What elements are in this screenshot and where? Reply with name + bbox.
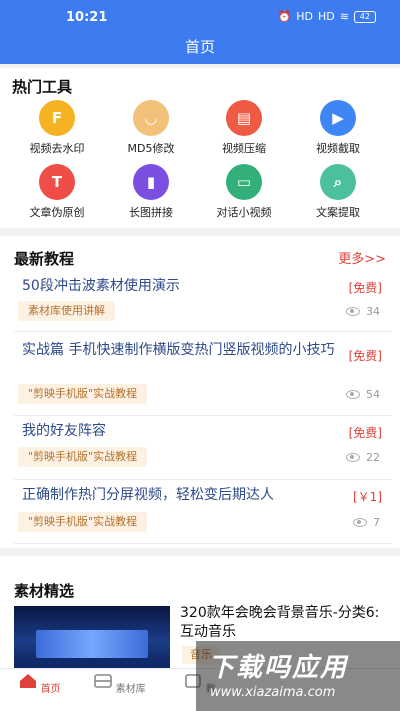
status-time: 10:21 xyxy=(66,10,108,25)
battery-icon: 42 xyxy=(354,11,376,23)
materials-title: 素材精选 xyxy=(14,582,75,600)
compress-icon: ▤ xyxy=(226,100,262,136)
material-title[interactable]: 320款年会晚会背景音乐-分类6: 互动音乐 xyxy=(180,604,390,642)
tool-label: 长图拼接 xyxy=(129,206,173,219)
tool-text-extract[interactable]: ⌕ 文案提取 xyxy=(293,164,383,224)
video-cut-icon: ▶ xyxy=(320,100,356,136)
tab-home[interactable]: 首页 xyxy=(10,673,70,695)
latest-tutorials-section: 最新教程 更多>> 50段冲击波素材使用演示 [免费] 素材库使用讲解 34 实… xyxy=(0,236,400,548)
tool-label: MD5修改 xyxy=(127,142,175,155)
tutorial-item[interactable]: 实战篇 手机快速制作横版变热门竖版视频的小技巧 [免费] "剪映手机版"实战教程… xyxy=(14,332,392,416)
status-icons: ⏰ HD HD ≋ 42 xyxy=(278,10,376,24)
watermark-url: www.xiazaima.com xyxy=(210,685,336,700)
tutorial-item[interactable]: 50段冲击波素材使用演示 [免费] 素材库使用讲解 34 xyxy=(14,270,392,332)
app-screen: 10:21 ⏰ HD HD ≋ 42 首页 热门工具 F 视频去水印 ◡ MD5… xyxy=(0,0,400,711)
tutorial-tag: 素材库使用讲解 xyxy=(18,301,115,321)
watermark-text: 下载吗应用 xyxy=(208,653,349,683)
hot-tools-section: 热门工具 F 视频去水印 ◡ MD5修改 ▤ 视频压缩 ▶ 视频截取 T 文章伪… xyxy=(0,68,400,228)
tutorial-views: 54 xyxy=(346,388,380,401)
tab-material-library[interactable]: 素材库 xyxy=(90,673,150,695)
watermark-remove-icon: F xyxy=(39,100,75,136)
page-title: 首页 xyxy=(184,38,215,56)
tutorial-item[interactable]: 正确制作热门分屏视频，轻松变后期达人 [￥1] "剪映手机版"实战教程 7 xyxy=(14,480,392,544)
tutorial-title: 50段冲击波素材使用演示 xyxy=(22,278,180,294)
tutorial-item[interactable]: 我的好友阵容 [免费] "剪映手机版"实战教程 22 xyxy=(14,416,392,480)
tutorial-price: [免费] xyxy=(348,349,382,363)
eye-icon xyxy=(346,307,360,316)
tutorial-title: 我的好友阵容 xyxy=(22,423,106,439)
tutorial-title: 实战篇 手机快速制作横版变热门竖版视频的小技巧 xyxy=(22,342,335,358)
tool-video-watermark[interactable]: F 视频去水印 xyxy=(12,100,102,160)
tool-label: 对话小视频 xyxy=(216,206,272,219)
hot-tools-title: 热门工具 xyxy=(12,78,73,96)
tutorials-title: 最新教程 xyxy=(14,250,75,268)
tutorial-price: [免费] xyxy=(348,281,382,295)
tool-dialogue-video[interactable]: ▭ 对话小视频 xyxy=(199,164,289,224)
tutorial-views: 34 xyxy=(346,305,380,318)
dialogue-video-icon: ▭ xyxy=(226,164,262,200)
home-icon xyxy=(20,674,37,688)
tool-label: 视频截取 xyxy=(316,142,360,155)
tool-video-cut[interactable]: ▶ 视频截取 xyxy=(293,100,383,160)
article-icon: T xyxy=(39,164,75,200)
tutorial-tag: "剪映手机版"实战教程 xyxy=(18,384,148,404)
signal-icon-2: HD xyxy=(318,10,335,23)
tutorial-price: [￥1] xyxy=(353,490,382,504)
material-library-icon xyxy=(94,674,113,688)
material-thumbnail[interactable] xyxy=(14,606,170,676)
eye-icon xyxy=(346,453,360,462)
tutorial-tag: "剪映手机版"实战教程 xyxy=(18,512,148,532)
tool-article-rewrite[interactable]: T 文章伪原创 xyxy=(12,164,102,224)
tool-label: 文案提取 xyxy=(316,206,360,219)
app-header: 10:21 ⏰ HD HD ≋ 42 首页 xyxy=(0,0,400,64)
tool-md5-edit[interactable]: ◡ MD5修改 xyxy=(106,100,196,160)
tool-label: 文章伪原创 xyxy=(29,206,85,219)
wifi-icon: ≋ xyxy=(339,10,349,23)
tutorial-tag: "剪映手机版"实战教程 xyxy=(18,447,148,467)
more-link[interactable]: 更多>> xyxy=(338,248,386,267)
tool-video-compress[interactable]: ▤ 视频压缩 xyxy=(199,100,289,160)
md5-edit-icon: ◡ xyxy=(133,100,169,136)
site-watermark: 下载吗应用 www.xiazaima.com xyxy=(196,641,400,711)
text-extract-icon: ⌕ xyxy=(320,164,356,200)
tool-label: 视频去水印 xyxy=(29,142,85,155)
stage-graphic xyxy=(36,630,148,658)
alarm-icon: ⏰ xyxy=(277,10,292,23)
tutorial-views: 7 xyxy=(353,516,380,529)
tool-label: 视频压缩 xyxy=(222,142,266,155)
eye-icon xyxy=(353,518,367,527)
tool-long-image[interactable]: ▮ 长图拼接 xyxy=(106,164,196,224)
long-image-icon: ▮ xyxy=(133,164,169,200)
tutorial-price: [免费] xyxy=(348,426,382,440)
eye-icon xyxy=(346,390,360,399)
tutorial-title: 正确制作热门分屏视频，轻松变后期达人 xyxy=(22,487,274,503)
status-bar: 10:21 ⏰ HD HD ≋ 42 xyxy=(0,0,400,32)
tutorial-views: 22 xyxy=(346,451,380,464)
signal-icon: HD xyxy=(296,10,314,23)
